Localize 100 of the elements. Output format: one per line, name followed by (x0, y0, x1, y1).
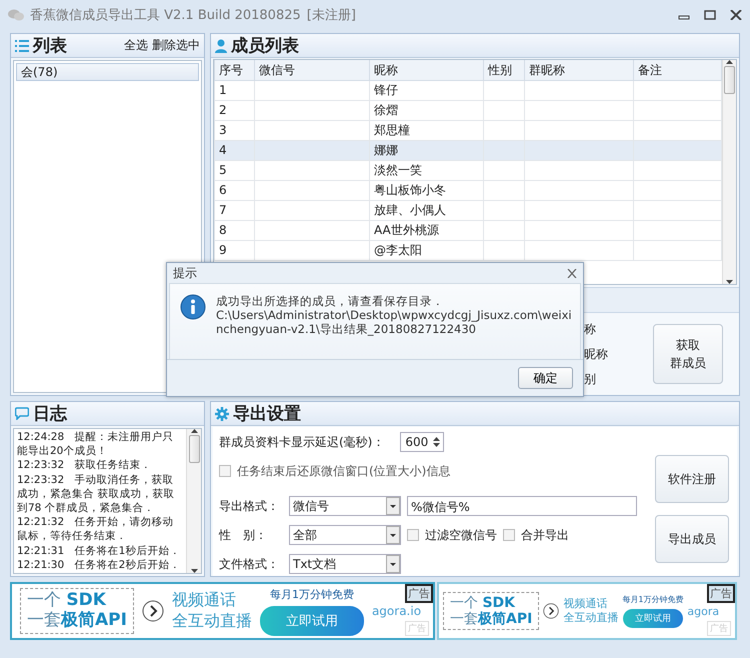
file-format-select[interactable]: Txt文档 (289, 554, 401, 574)
up-arrow-icon[interactable] (433, 437, 440, 441)
field-label: 性 别： (219, 526, 268, 544)
log-entry: 12:24:28 提醒：未注册用户只能导出20个成员！ (17, 430, 175, 458)
list-action-link[interactable]: 全选 (124, 37, 148, 54)
table-cell: 9 (219, 243, 227, 257)
checkbox[interactable] (407, 529, 419, 541)
column-header[interactable]: 备注 (634, 60, 722, 80)
column-header[interactable]: 昵称 (370, 60, 484, 80)
table-cell: 5 (219, 163, 227, 177)
ad-text: 一个 SDK (450, 594, 516, 611)
ad-text: 全互动直播 (172, 611, 252, 632)
table-cell: 粤山板饰小冬 (374, 183, 446, 197)
panel-title: 导出设置 (233, 403, 301, 425)
table-cell: 2 (219, 103, 227, 117)
table-cell: 7 (219, 203, 227, 217)
get-members-button[interactable]: 获取 群成员 (653, 324, 723, 384)
panel-title: 成员列表 (231, 35, 299, 57)
speech-bubble-icon (15, 407, 29, 420)
member-row[interactable]: 3 郑思橦 (214, 120, 722, 140)
window-title: 香蕉微信成员导出工具 V2.1 Build 20180825 (30, 7, 301, 24)
scrollbar[interactable] (722, 60, 736, 284)
checkbox-label: 合并导出 (521, 526, 569, 544)
close-icon[interactable] (567, 268, 577, 278)
table-cell: 4 (219, 143, 227, 157)
member-row[interactable]: 8 AA世外桃源 (214, 220, 722, 240)
down-arrow-icon[interactable] (433, 443, 440, 447)
close-icon[interactable] (730, 10, 742, 20)
checkbox[interactable] (219, 465, 231, 477)
member-row[interactable]: 5 淡然一笑 (214, 160, 722, 180)
column-header[interactable]: 序号 (214, 60, 254, 80)
format-select[interactable]: 微信号 (289, 496, 401, 516)
checkbox[interactable] (503, 529, 515, 541)
list-icon (15, 40, 29, 52)
column-header[interactable]: 群昵称 (524, 60, 634, 80)
scrollbar[interactable] (186, 429, 201, 573)
registration-status: [未注册] (306, 7, 356, 24)
member-row[interactable]: 1 锋仔 (214, 80, 722, 100)
list-action-link[interactable]: 删除选中 (152, 37, 200, 54)
brand-logo: agora.io (372, 604, 422, 618)
panel-title: 日志 (33, 403, 67, 425)
log-entry: 12:21:32 任务开始，请勿移动鼠标，等待任务结束． (17, 515, 175, 544)
brand-logo: agora (687, 604, 720, 618)
option-label: 昵称 (584, 346, 609, 362)
column-header[interactable]: 性别 (484, 60, 524, 80)
up-arrow-icon[interactable] (190, 429, 198, 433)
field-label: 文件格式： (219, 556, 280, 572)
down-arrow-icon[interactable] (190, 569, 198, 573)
dialog-message: 成功导出所选择的成员，请查看保存目录． C:\Users\Administrator\Desktop\wpwxcydcgj_Jisuxz.com\weixinchengyuan-v2.1\导出结果_20180827122430 (216, 294, 573, 338)
option-label: 称 (584, 320, 597, 338)
column-header[interactable]: 微信号 (254, 60, 370, 80)
table-cell: @李太阳 (374, 243, 422, 257)
scroll-thumb[interactable] (724, 66, 735, 94)
ad-badge: 广告 (707, 584, 735, 603)
delay-spinbox[interactable]: 600 (400, 432, 444, 452)
ok-button[interactable]: 确定 (518, 367, 573, 389)
action-button[interactable]: 导出成员 (655, 515, 729, 563)
table-cell: 3 (219, 123, 227, 137)
member-row[interactable]: 2 徐熠 (214, 100, 722, 120)
action-button[interactable]: 软件注册 (655, 455, 729, 503)
ad-text: 一套极简API (450, 611, 532, 628)
table-cell: 6 (219, 183, 227, 197)
gear-icon (215, 406, 229, 420)
member-row[interactable]: 4 娜娜 (214, 140, 722, 160)
table-cell: 1 (219, 83, 227, 97)
dropdown-caret-icon[interactable] (386, 555, 400, 573)
template-field[interactable]: %微信号% (407, 496, 637, 516)
log-entry: 12:21:31 任务将在1秒后开始． (17, 544, 182, 558)
table-cell: 锋仔 (374, 83, 398, 97)
ad-text: 一个 SDK (27, 591, 108, 610)
chevron-right-icon (543, 603, 560, 619)
member-row[interactable]: 6 粤山板饰小冬 (214, 180, 722, 200)
chevron-right-icon (142, 600, 164, 622)
ad-text: 每月1万分钟免费 (622, 594, 684, 605)
option-label: 别 (584, 370, 597, 388)
scroll-thumb[interactable] (188, 435, 200, 463)
dialog-title: 提示 (173, 264, 197, 282)
table-cell: 淡然一笑 (374, 163, 422, 177)
panel-title: 列表 (33, 35, 67, 57)
group-item[interactable]: 会(78) (16, 63, 199, 81)
ad-badge: 广告 (405, 584, 433, 603)
checkbox-label: 过滤空微信号 (425, 526, 497, 544)
member-row[interactable]: 7 放肆、小偶人 (214, 200, 722, 220)
up-arrow-icon[interactable] (726, 60, 733, 64)
field-label: 导出格式： (219, 498, 280, 514)
table-cell: 8 (219, 223, 227, 237)
chat-bubbles-icon (8, 9, 24, 21)
delay-label: 群成员资料卡显示延迟(毫秒)： (219, 434, 384, 450)
table-cell: 郑思橦 (374, 123, 410, 137)
table-cell: 放肆、小偶人 (374, 203, 446, 217)
dropdown-caret-icon[interactable] (386, 526, 400, 544)
ad-text: 视频通话 (563, 596, 608, 611)
down-arrow-icon[interactable] (726, 280, 733, 284)
table-cell: 徐熠 (374, 103, 398, 117)
member-row[interactable]: 9 @李太阳 (214, 240, 722, 260)
ad-text: 一套极简API (27, 611, 127, 631)
table-cell: 娜娜 (374, 143, 398, 157)
maximize-icon[interactable] (704, 10, 716, 20)
dropdown-caret-icon[interactable] (386, 497, 400, 515)
gender-select[interactable]: 全部 (289, 525, 401, 545)
